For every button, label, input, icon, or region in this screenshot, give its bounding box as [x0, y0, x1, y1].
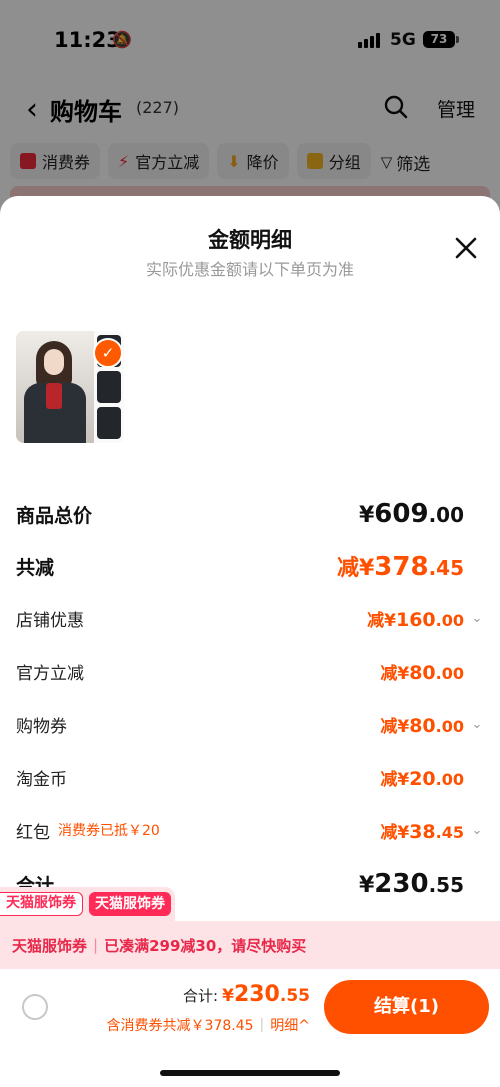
- price-dec: .55: [279, 986, 310, 1006]
- variant-preview: [97, 371, 121, 403]
- row-label: 淘金币: [16, 769, 67, 790]
- price-int: 230: [233, 982, 280, 1007]
- promo-tag: 天猫服饰券: [12, 936, 88, 955]
- row-official-discount: 官方立减 减¥80.00: [16, 651, 484, 691]
- price-prefix: ¥: [358, 503, 375, 528]
- chevron-down-icon[interactable]: ⌄: [470, 717, 484, 732]
- row-total-discount: 共减 减¥378.45: [16, 546, 484, 586]
- chevron-down-icon[interactable]: ⌄: [470, 823, 484, 838]
- sheet-title: 金额明细: [208, 228, 292, 252]
- row-note: 消费券已抵￥20: [58, 823, 160, 839]
- selected-check-icon[interactable]: ✓: [93, 338, 123, 368]
- footer-total-label: 合计:: [183, 987, 219, 1005]
- variant-preview: [97, 407, 121, 439]
- price-dec: .00: [428, 503, 464, 527]
- row-value: 减¥80.00 ⌄: [380, 712, 484, 737]
- home-indicator: [160, 1070, 340, 1076]
- coupon-tag-outline[interactable]: 天猫服饰券: [0, 892, 83, 916]
- price-int: 609: [374, 499, 429, 529]
- price-prefix: 减¥: [380, 716, 410, 737]
- checkout-button[interactable]: 结算(1): [324, 980, 489, 1034]
- price-dec: .00: [435, 769, 464, 789]
- price-prefix: 减¥: [367, 610, 396, 631]
- select-all-checkbox[interactable]: [22, 994, 48, 1020]
- price-int: 38: [409, 820, 436, 843]
- row-red-packet[interactable]: 红包 消费券已抵￥20 减¥38.45 ⌄: [16, 810, 484, 850]
- row-label: 购物券: [16, 716, 67, 737]
- photo-face: [44, 349, 64, 375]
- row-value: 减¥378.45: [337, 550, 484, 582]
- price-dec: .00: [435, 663, 464, 683]
- price-int: 80: [409, 661, 436, 684]
- promo-bar[interactable]: 天猫服饰券 | 已凑满299减30，请尽快购买: [0, 921, 500, 969]
- footer-discount-summary: 含消费券共减￥378.45 | 明细^: [107, 1015, 310, 1035]
- detail-label: 明细: [270, 1018, 299, 1034]
- sheet-subtitle: 实际优惠金额请以下单页为准: [145, 260, 354, 279]
- price-int: 20: [409, 767, 436, 790]
- row-label: 官方立减: [16, 663, 84, 684]
- price-prefix: ¥: [358, 873, 375, 898]
- footer-separator: |: [259, 1017, 265, 1033]
- price-dec: .55: [428, 873, 464, 897]
- row-value: 减¥160.00 ⌄: [367, 606, 484, 631]
- price-int: 160: [395, 608, 436, 631]
- product-photo: [16, 331, 94, 443]
- row-value: 减¥38.45 ⌄: [380, 818, 484, 843]
- price-dec: .45: [435, 822, 464, 842]
- row-label: 红包: [16, 822, 50, 843]
- price-prefix: 减¥: [380, 663, 410, 684]
- price-prefix: 减¥: [380, 822, 410, 843]
- chevron-up-icon: ^: [298, 1018, 310, 1034]
- price-dec: .00: [435, 716, 464, 736]
- row-shopping-coupon[interactable]: 购物券 减¥80.00 ⌄: [16, 704, 484, 744]
- price-int: 230: [374, 869, 429, 899]
- row-value: 减¥80.00: [380, 659, 484, 684]
- row-label: 店铺优惠: [16, 610, 84, 631]
- row-subtotal: 商品总价 ¥609.00: [16, 494, 484, 534]
- price-prefix: 减¥: [380, 769, 410, 790]
- price-dec: .45: [428, 556, 464, 580]
- row-taojinbi: 淘金币 减¥20.00: [16, 757, 484, 797]
- chevron-down-icon[interactable]: ⌄: [470, 611, 484, 626]
- row-label-group: 红包 消费券已抵￥20: [16, 818, 160, 843]
- price-prefix: ¥: [222, 986, 234, 1006]
- row-label: 共减: [16, 556, 55, 579]
- price-int: 80: [409, 714, 436, 737]
- coupon-tag-filled[interactable]: 天猫服饰券: [89, 892, 171, 916]
- price-int: 378: [374, 552, 429, 582]
- coupon-tag-group: 天猫服饰券 天猫服饰券: [0, 887, 175, 921]
- price-dec: .00: [435, 610, 464, 630]
- row-value: 减¥20.00: [380, 765, 484, 790]
- detail-toggle-link[interactable]: 明细^: [270, 1015, 310, 1035]
- promo-separator: |: [93, 936, 99, 954]
- price-prefix: 减¥: [336, 556, 375, 581]
- footer-total: 合计: ¥230.55: [183, 982, 310, 1007]
- row-store-discount[interactable]: 店铺优惠 减¥160.00 ⌄: [16, 598, 484, 638]
- promo-text: 已凑满299减30，请尽快购买: [104, 936, 307, 955]
- photo-scarf: [46, 383, 62, 409]
- row-value: ¥230.55: [359, 869, 484, 899]
- close-icon[interactable]: [452, 234, 480, 262]
- footer-discount-text: 含消费券共减￥378.45: [106, 1018, 254, 1034]
- row-label: 商品总价: [16, 504, 93, 527]
- row-value: ¥609.00: [359, 499, 484, 529]
